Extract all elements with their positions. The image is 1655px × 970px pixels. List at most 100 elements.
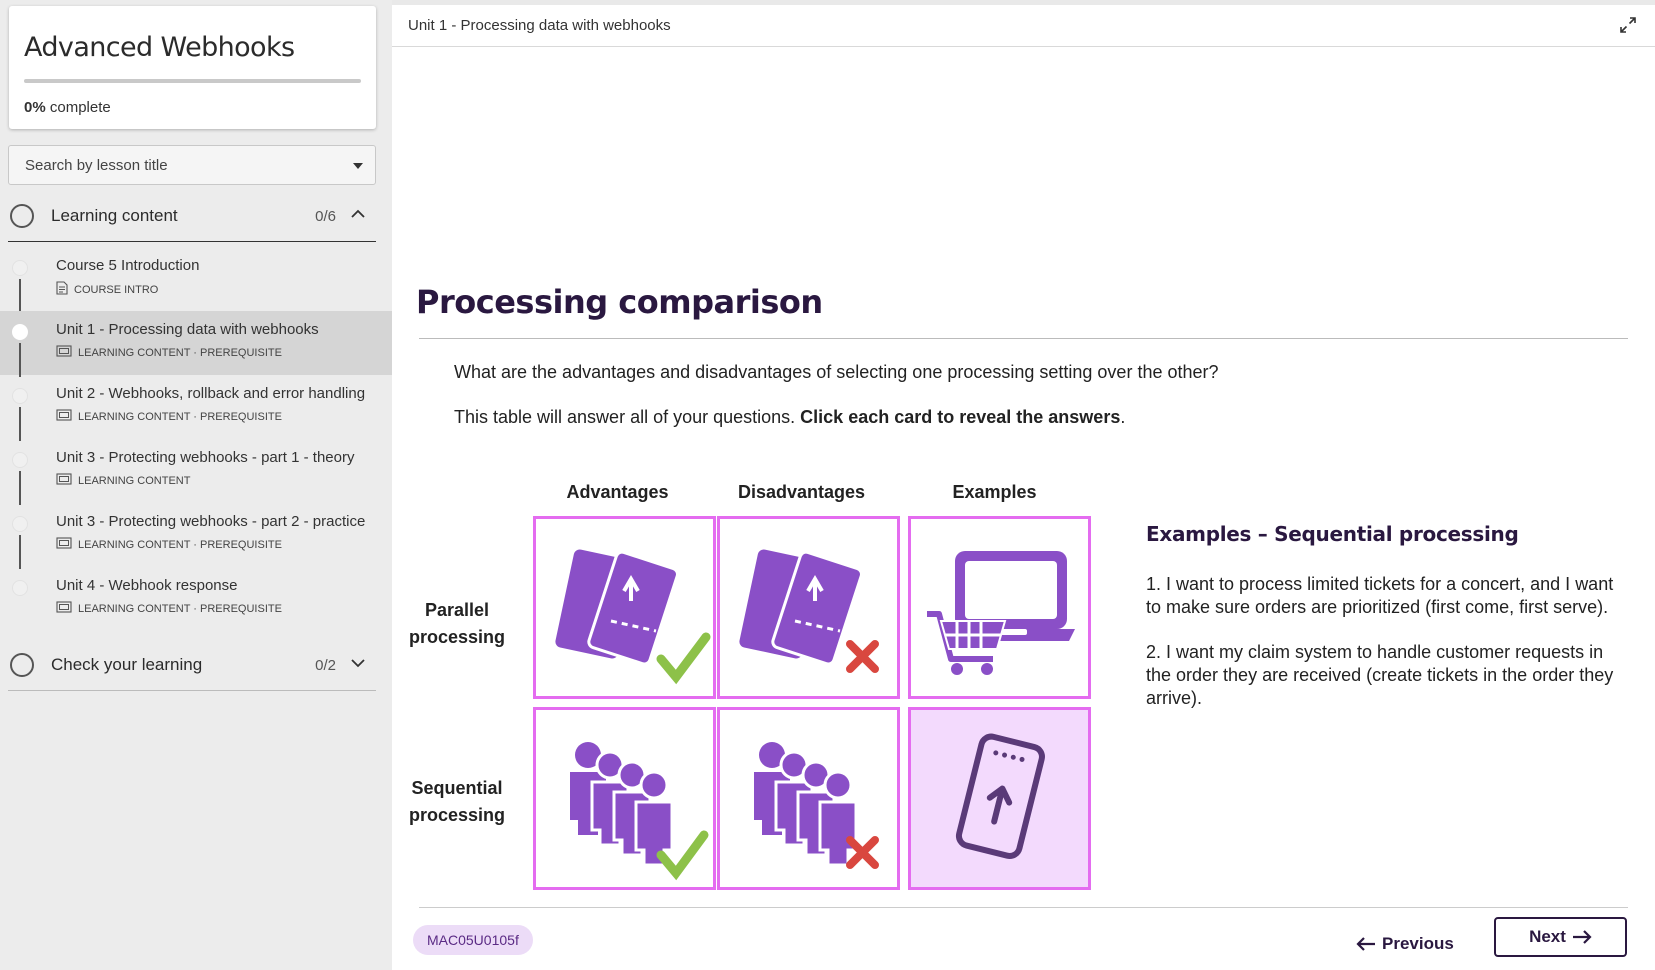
section-count: 0/6: [315, 208, 336, 225]
arrow-left-icon: [1356, 937, 1375, 951]
lesson-title: Unit 1 - Processing data with webhooks: [56, 321, 319, 338]
card-sequential-advantages[interactable]: [533, 707, 716, 890]
fullscreen-icon[interactable]: [1619, 16, 1637, 34]
section-label: Check your learning: [51, 655, 203, 674]
next-button[interactable]: Next: [1494, 917, 1627, 957]
content-topbar: Unit 1 - Processing data with webhooks: [392, 5, 1655, 47]
course-title: Advanced Webhooks: [24, 32, 295, 63]
lesson-item[interactable]: Unit 1 - Processing data with webhooks LE…: [0, 311, 392, 377]
examples-body: 1. I want to process limited tickets for…: [1146, 573, 1626, 732]
progress-suffix: complete: [49, 99, 111, 116]
column-header-disadvantages: Disadvantages: [737, 482, 866, 502]
lesson-status-dot: [12, 516, 28, 532]
section-label: Learning content: [51, 206, 178, 225]
question-text: What are the advantages and disadvantage…: [454, 362, 1219, 382]
lesson-meta: COURSE INTRO: [56, 281, 158, 298]
lesson-status-dot: [12, 452, 28, 468]
column-header-examples: Examples: [952, 482, 1037, 502]
people-queue-check-icon: [570, 742, 709, 881]
page-heading: Processing comparison: [416, 283, 823, 321]
search-placeholder: Search by lesson title: [25, 157, 168, 174]
lesson-status-dot: [12, 388, 28, 404]
slides-icon: [56, 601, 72, 616]
lesson-connector: [19, 279, 21, 313]
card-sequential-disadvantages[interactable]: [717, 707, 900, 890]
card-parallel-advantages[interactable]: [533, 516, 716, 699]
instruction-suffix: .: [1120, 407, 1126, 427]
lesson-meta-text: LEARNING CONTENT · PREREQUISITE: [78, 410, 282, 423]
lesson-meta: LEARNING CONTENT: [56, 473, 190, 488]
lesson-search-select[interactable]: Search by lesson title: [8, 145, 376, 185]
progress-bar: [24, 79, 361, 83]
row-header-line: processing: [408, 627, 506, 647]
unit-title: Unit 1 - Processing data with webhooks: [408, 17, 671, 34]
lesson-connector: [19, 471, 21, 505]
lesson-connector: [19, 535, 21, 569]
example-item: 2. I want my claim system to handle cust…: [1146, 642, 1614, 708]
lesson-status-dot: [12, 324, 28, 340]
previous-button[interactable]: Previous: [1356, 927, 1454, 961]
progress-value: 0%: [24, 99, 46, 116]
lesson-connector: [19, 407, 21, 441]
lesson-meta: LEARNING CONTENT · PREREQUISITE: [56, 601, 282, 616]
laptop-cart-icon: [927, 551, 1075, 675]
lesson-meta: LEARNING CONTENT · PREREQUISITE: [56, 537, 282, 552]
lesson-item[interactable]: Unit 3 - Protecting webhooks - part 1 - …: [0, 439, 392, 505]
lesson-title: Course 5 Introduction: [56, 257, 200, 274]
section-status-circle-icon: [10, 204, 34, 228]
lesson-connector: [19, 343, 21, 377]
lesson-title: Unit 3 - Protecting webhooks - part 2 - …: [56, 513, 366, 530]
slides-icon: [56, 537, 72, 552]
lesson-status-dot: [12, 580, 28, 596]
tickets-cross-icon: [739, 549, 879, 673]
instruction-text: This table will answer all of your quest…: [454, 407, 1125, 428]
lesson-meta-text: LEARNING CONTENT: [78, 474, 191, 487]
lesson-item[interactable]: Unit 2 - Webhooks, rollback and error ha…: [0, 375, 392, 441]
instruction-prefix: This table will answer all of your quest…: [454, 407, 801, 427]
card-parallel-disadvantages[interactable]: [717, 516, 900, 699]
lesson-code-badge: MAC05U0105f: [413, 925, 533, 955]
divider: [419, 338, 1628, 339]
chevron-up-icon[interactable]: [350, 206, 366, 222]
column-header-advantages: Advantages: [566, 482, 669, 502]
slides-icon: [56, 345, 72, 360]
main-content: Unit 1 - Processing data with webhooks P…: [392, 5, 1655, 970]
section-learning-content[interactable]: Learning content 0/6: [8, 192, 376, 242]
tickets-check-icon: [555, 549, 711, 685]
row-header-line: Parallel: [424, 600, 490, 620]
row-header-line: Sequential: [411, 778, 503, 798]
previous-label: Previous: [1382, 934, 1454, 953]
chevron-down-icon[interactable]: [350, 655, 366, 671]
lesson-meta-text: LEARNING CONTENT · PREREQUISITE: [78, 602, 282, 615]
lesson-item[interactable]: Unit 3 - Protecting webhooks - part 2 - …: [0, 503, 392, 569]
example-item: 1. I want to process limited tickets for…: [1146, 574, 1614, 617]
arrow-right-icon: [1572, 930, 1592, 944]
lesson-item[interactable]: Unit 4 - Webhook response LEARNING CONTEN…: [0, 567, 392, 631]
row-header-line: processing: [408, 805, 506, 825]
caret-down-icon: [353, 163, 363, 169]
lesson-meta: LEARNING CONTENT · PREREQUISITE: [56, 409, 282, 424]
section-check-your-learning[interactable]: Check your learning 0/2: [8, 641, 376, 691]
lesson-title: Unit 3 - Protecting webhooks - part 1 - …: [56, 449, 355, 466]
lesson-meta-text: LEARNING CONTENT · PREREQUISITE: [78, 538, 282, 551]
row-header-parallel: Parallel processing: [392, 597, 522, 651]
next-label: Next: [1529, 927, 1566, 946]
course-card: Advanced Webhooks 0% complete: [9, 6, 376, 129]
row-header-sequential: Sequential processing: [392, 775, 522, 829]
card-sequential-examples[interactable]: [908, 707, 1091, 890]
examples-title: Examples – Sequential processing: [1146, 522, 1519, 546]
document-icon: [56, 281, 68, 298]
lesson-meta-text: LEARNING CONTENT · PREREQUISITE: [78, 346, 282, 359]
lesson-meta: LEARNING CONTENT · PREREQUISITE: [56, 345, 282, 360]
people-queue-cross-icon: [754, 742, 879, 869]
section-status-circle-icon: [10, 653, 34, 677]
phone-ticket-icon: [955, 733, 1045, 860]
lesson-item[interactable]: Course 5 Introduction COURSE INTRO: [0, 247, 392, 313]
section-count: 0/2: [315, 657, 336, 674]
card-parallel-examples[interactable]: [908, 516, 1091, 699]
lesson-meta-text: COURSE INTRO: [74, 283, 159, 296]
sidebar: Advanced Webhooks 0% complete Search by …: [0, 0, 392, 970]
instruction-bold: Click each card to reveal the answers: [800, 407, 1121, 427]
slides-icon: [56, 409, 72, 424]
divider: [419, 907, 1628, 908]
